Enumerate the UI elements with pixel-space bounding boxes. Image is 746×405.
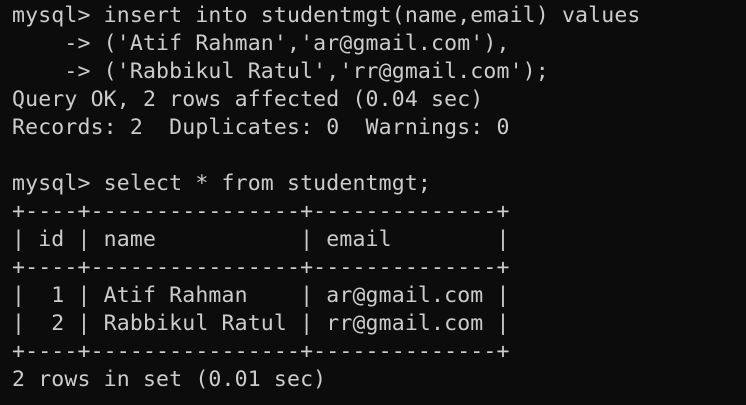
table-border-header: +----+----------------+--------------+: [12, 255, 510, 280]
table-row: | 1 | Atif Rahman | ar@gmail.com |: [12, 283, 510, 308]
terminal-window[interactable]: mysql> insert into studentmgt(name,email…: [0, 0, 746, 405]
table-border-bottom: +----+----------------+--------------+: [12, 339, 510, 364]
continuation-line-1: -> ('Atif Rahman','ar@gmail.com'),: [12, 31, 510, 56]
table-header-row: | id | name | email |: [12, 227, 510, 252]
result-summary-line: 2 rows in set (0.01 sec): [12, 367, 327, 392]
prompt-line-select: mysql> select * from studentmgt;: [12, 171, 432, 196]
prompt-line-insert: mysql> insert into studentmgt(name,email…: [12, 3, 641, 28]
continuation-line-2: -> ('Rabbikul Ratul','rr@gmail.com');: [12, 59, 549, 84]
query-ok-line: Query OK, 2 rows affected (0.04 sec): [12, 87, 484, 112]
table-row: | 2 | Rabbikul Ratul | rr@gmail.com |: [12, 311, 510, 336]
records-summary-line: Records: 2 Duplicates: 0 Warnings: 0: [12, 115, 510, 140]
window-top-edge: [0, 0, 746, 2]
table-border-top: +----+----------------+--------------+: [12, 199, 510, 224]
